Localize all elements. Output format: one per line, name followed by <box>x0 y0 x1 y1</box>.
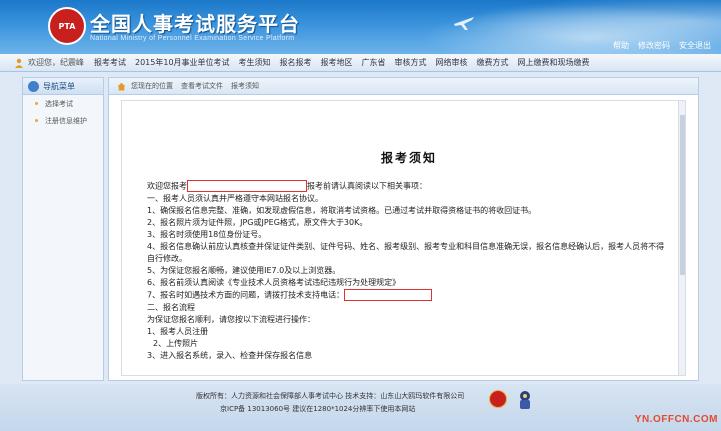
home-icon <box>117 82 126 91</box>
bullet-icon <box>35 102 38 105</box>
nav-item-notice[interactable]: 考生须知 <box>239 57 271 68</box>
sidebar-item-select-exam[interactable]: 选择考试 <box>23 95 103 112</box>
top-links: 帮助 修改密码 安全退出 <box>613 40 711 51</box>
police-badge-icon <box>520 391 530 409</box>
emblem-icon <box>489 390 507 408</box>
notice-line: 2、上传照片 <box>153 339 199 349</box>
breadcrumb-exam-file[interactable]: 查看考试文件 <box>181 81 223 91</box>
nav-item-online-review[interactable]: 网络审核 <box>436 57 468 68</box>
nav-item-exam[interactable]: 报考考试 <box>94 57 126 68</box>
nav-item-register[interactable]: 报名报考 <box>280 57 312 68</box>
footer-icp: 京ICP备 13013060号 建议在1280*1024分辨率下使用本网站 <box>220 405 416 413</box>
notice-line: 2、报名照片须为证件照，JPG或JPEG格式，原文件大于30K。 <box>147 217 368 227</box>
nav-item-province[interactable]: 广东省 <box>362 57 386 68</box>
airplane-icon <box>454 17 474 30</box>
username: 纪震峰 <box>60 58 84 67</box>
breadcrumb-location: 您现在的位置 <box>131 82 173 90</box>
redacted-box <box>344 289 433 302</box>
menu-icon <box>28 81 39 92</box>
vertical-scrollbar[interactable] <box>678 101 685 375</box>
site-title: 全国人事考试服务平台 <box>90 12 300 36</box>
breadcrumb: 您现在的位置 查看考试文件 报考须知 <box>109 78 698 95</box>
notice-line: 二、报名流程 <box>147 302 195 312</box>
notice-line: 4、报名信息确认前应认真核查并保证证件类别、证件号码、姓名、报考级别、报考专业和… <box>147 241 665 264</box>
breadcrumb-current: 报考须知 <box>231 82 259 90</box>
nav-item-region[interactable]: 报考地区 <box>321 57 353 68</box>
notice-line: 3、进入报名系统，录入、检查并保存报名信息 <box>147 351 313 361</box>
pta-logo: PTA <box>48 7 86 45</box>
main-panel: 您现在的位置 查看考试文件 报考须知 报考须知 欢迎您报考 报考前请认真阅读以下相… <box>108 77 699 381</box>
welcome-text: 欢迎您，纪震峰 <box>28 58 84 67</box>
logout-link[interactable]: 安全退出 <box>679 40 711 51</box>
top-nav-bar: 欢迎您，纪震峰 报考考试 2015年10月事业单位考试 考生须知 报名报考 报考… <box>0 54 721 72</box>
bullet-icon <box>35 119 38 122</box>
sidebar-header: 导航菜单 <box>23 78 103 95</box>
notice-line: 一、报考人员须认真并严格遵守本网站报名协议。 <box>147 193 323 203</box>
notice-content: 报考须知 欢迎您报考 报考前请认真阅读以下相关事项： 一、报考人员须认真并严格遵守… <box>121 100 686 376</box>
sidebar-item-account-info[interactable]: 注册信息维护 <box>23 112 103 129</box>
nav-item-payment-type[interactable]: 网上缴费和现场缴费 <box>518 57 590 68</box>
notice-title: 报考须知 <box>380 151 437 165</box>
watermark: YN.OFFCN.COM <box>634 414 718 425</box>
notice-line: 欢迎您报考 报考前请认真阅读以下相关事项： <box>147 180 427 192</box>
help-link[interactable]: 帮助 <box>613 40 629 51</box>
nav-item-review-method[interactable]: 审核方式 <box>395 57 427 68</box>
notice-line: 1、确保报名信息完整、准确，如发现虚假信息，将取消考试资格。已通过考试并取得资格… <box>147 205 537 215</box>
scrollbar-thumb[interactable] <box>680 115 685 275</box>
redacted-box <box>187 180 307 192</box>
notice-line: 3、报名时须使用18位身份证号。 <box>147 229 267 239</box>
site-footer: 版权所有：人力资源和社会保障部人事考试中心 技术支持：山东山大鸥玛软件有限公司 … <box>0 384 721 431</box>
notice-line: 5、为保证您报名顺畅，建议使用IE7.0及以上浏览器。 <box>147 266 341 276</box>
notice-line: 7、报名时如遇技术方面的问题，请拨打技术支持电话： <box>147 289 671 302</box>
notice-line: 为保证您报名顺利，请您按以下流程进行操作： <box>147 315 315 325</box>
notice-line: 1、报考人员注册 <box>147 327 209 337</box>
user-icon <box>15 58 23 68</box>
footer-copyright: 版权所有：人力资源和社会保障部人事考试中心 技术支持：山东山大鸥玛软件有限公司 <box>196 392 465 400</box>
nav-item-exam-name[interactable]: 2015年10月事业单位考试 <box>135 57 230 68</box>
site-subtitle: National Ministry of Personnel Examinati… <box>90 35 295 42</box>
notice-line: 6、报名前须认真阅读《专业技术人员资格考试违纪违规行为处理规定》 <box>147 278 401 288</box>
site-header: PTA 全国人事考试服务平台 National Ministry of Pers… <box>0 0 721 54</box>
nav-item-payment-method[interactable]: 缴费方式 <box>477 57 509 68</box>
change-password-link[interactable]: 修改密码 <box>638 40 670 51</box>
sidebar: 导航菜单 选择考试 注册信息维护 <box>22 77 104 381</box>
